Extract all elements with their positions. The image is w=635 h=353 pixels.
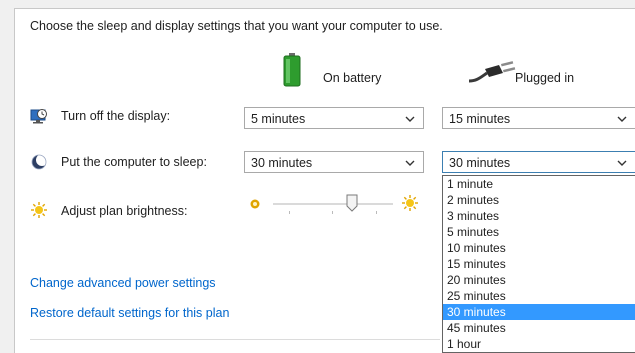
dropdown-option[interactable]: 10 minutes: [443, 240, 635, 256]
dim-brightness-icon: [249, 198, 261, 210]
dropdown-option[interactable]: 30 minutes: [443, 304, 635, 320]
sleep-plugged-dropdown-list[interactable]: 1 minute 2 minutes 3 minutes 5 minutes 10 mi…: [442, 175, 635, 353]
on-battery-header: On battery: [323, 71, 382, 85]
dropdown-option[interactable]: 1 hour: [443, 336, 635, 352]
display-plugged-value: 15 minutes: [449, 112, 511, 126]
chevron-down-icon: [405, 113, 415, 123]
moon-sleep-icon: [31, 154, 48, 170]
bright-brightness-icon: [401, 194, 419, 212]
change-advanced-power-settings-link[interactable]: Change advanced power settings: [30, 276, 216, 290]
dropdown-option[interactable]: 5 minutes: [443, 224, 635, 240]
battery-icon: [283, 53, 301, 87]
display-plugged-select[interactable]: 15 minutes: [442, 107, 635, 129]
brightness-slider[interactable]: [273, 193, 393, 219]
dropdown-option[interactable]: 20 minutes: [443, 272, 635, 288]
dropdown-option[interactable]: 15 minutes: [443, 256, 635, 272]
put-to-sleep-label: Put the computer to sleep:: [61, 155, 207, 169]
dropdown-option[interactable]: 2 minutes: [443, 192, 635, 208]
slider-tick: [289, 211, 290, 214]
display-timer-icon: [30, 108, 48, 124]
slider-track: [273, 203, 393, 205]
chevron-down-icon: [617, 157, 627, 167]
sun-icon: [30, 201, 48, 219]
restore-default-settings-link[interactable]: Restore default settings for this plan: [30, 306, 229, 320]
divider: [30, 339, 440, 340]
dropdown-option[interactable]: 25 minutes: [443, 288, 635, 304]
display-battery-select[interactable]: 5 minutes: [244, 107, 424, 129]
adjust-brightness-label: Adjust plan brightness:: [61, 204, 188, 218]
sleep-battery-value: 30 minutes: [251, 156, 313, 170]
power-plan-settings-panel: Choose the sleep and display settings th…: [14, 8, 635, 353]
dropdown-option[interactable]: 3 minutes: [443, 208, 635, 224]
slider-tick: [376, 211, 377, 214]
slider-thumb[interactable]: [346, 194, 358, 212]
sleep-plugged-select[interactable]: 30 minutes: [442, 151, 635, 173]
sleep-plugged-value: 30 minutes: [449, 156, 511, 170]
power-plug-icon: [467, 61, 517, 85]
plugged-in-header: Plugged in: [515, 71, 575, 85]
turn-off-display-label: Turn off the display:: [61, 109, 171, 123]
intro-text: Choose the sleep and display settings th…: [30, 19, 443, 33]
dropdown-option[interactable]: 1 minute: [443, 176, 635, 192]
display-battery-value: 5 minutes: [251, 112, 306, 126]
chevron-down-icon: [405, 157, 415, 167]
dropdown-option[interactable]: 45 minutes: [443, 320, 635, 336]
sleep-battery-select[interactable]: 30 minutes: [244, 151, 424, 173]
slider-tick: [332, 211, 333, 214]
chevron-down-icon: [617, 113, 627, 123]
